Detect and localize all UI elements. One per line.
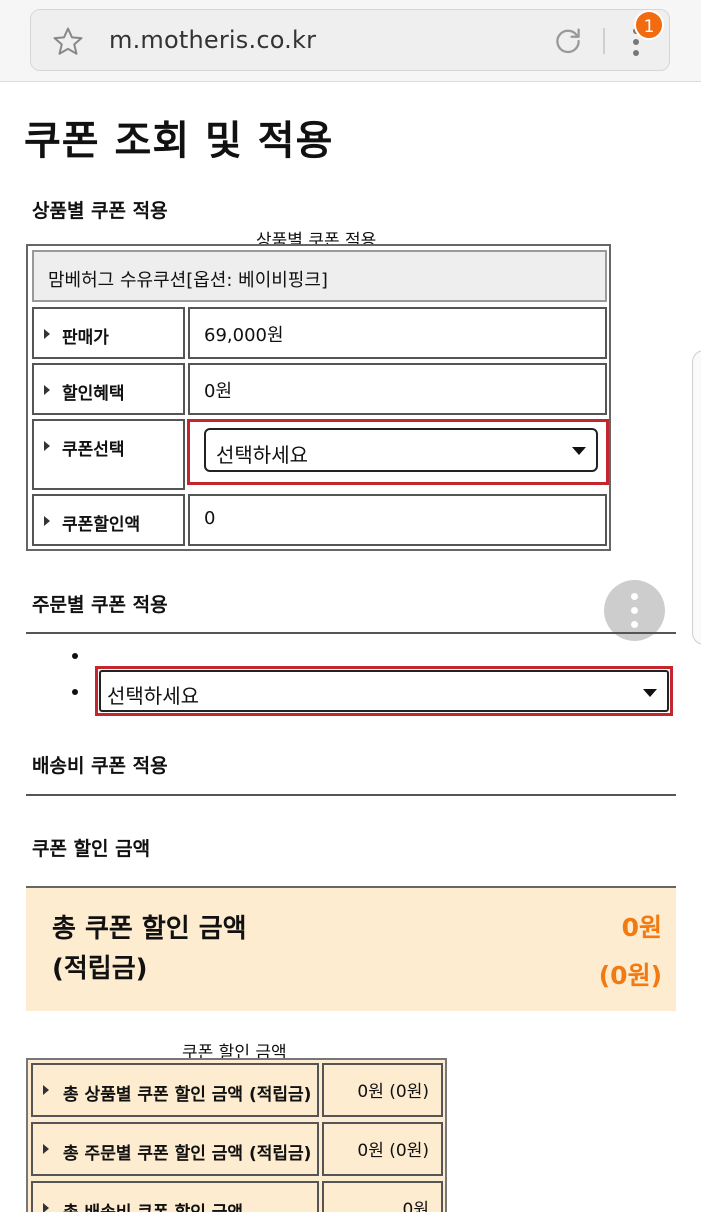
- coupon-discount-value: 0: [204, 508, 216, 529]
- coupon-select-label: 쿠폰선택: [62, 440, 125, 460]
- browser-toolbar: m.motheris.co.kr 1: [0, 0, 701, 82]
- product-coupon-table: 맘베허그 수유쿠션[옵션: 베이비핑크] 판매가 69,000원 할인혜택 0원…: [26, 244, 611, 551]
- discount-heading: 쿠폰 할인 금액: [32, 838, 151, 860]
- chevron-down-icon: [643, 689, 657, 697]
- row-arrow-icon: [44, 385, 50, 395]
- address-bar[interactable]: m.motheris.co.kr 1: [30, 9, 670, 71]
- coupon-discount-label: 쿠폰할인액: [62, 515, 141, 535]
- sale-price-value: 69,000원: [204, 325, 284, 346]
- row-arrow-icon: [43, 1203, 49, 1212]
- list-bullet: [72, 689, 78, 695]
- order-coupon-select-value: 선택하세요: [107, 684, 199, 708]
- product-discount-total-value: 0원 (0원): [357, 1082, 429, 1102]
- summary-value-cell: 0원 (0원): [322, 1063, 443, 1117]
- product-coupon-select-value: 선택하세요: [216, 443, 308, 467]
- row-label-cell: 쿠폰할인액: [32, 494, 185, 546]
- edge-panel-handle[interactable]: [692, 350, 701, 645]
- shipping-discount-total-label: 총 배송비 쿠폰 할인 금액: [63, 1198, 243, 1212]
- bookmark-star-icon[interactable]: [51, 25, 85, 59]
- row-arrow-icon: [43, 1144, 49, 1154]
- row-label-cell: 쿠폰선택: [32, 419, 185, 490]
- total-discount-label: 총 쿠폰 할인 금액: [52, 914, 247, 944]
- reload-icon[interactable]: [551, 24, 585, 58]
- summary-value-cell: 0원 (0원): [322, 1122, 443, 1176]
- chevron-down-icon: [572, 447, 586, 455]
- summary-value-cell: 0원: [322, 1181, 443, 1212]
- page-title: 쿠폰 조회 및 적용: [24, 118, 334, 164]
- row-value-cell: 0: [188, 494, 607, 546]
- row-arrow-icon: [44, 329, 50, 339]
- order-discount-total-label: 총 주문별 쿠폰 할인 금액 (적립금): [63, 1144, 312, 1164]
- total-points-label: (적립금): [52, 954, 148, 984]
- shipping-discount-total-value: 0원: [402, 1200, 429, 1212]
- product-name: 맘베허그 수유쿠션[옵션: 베이비핑크]: [48, 270, 328, 291]
- order-coupon-heading: 주문별 쿠폰 적용: [32, 594, 168, 616]
- section-divider: [26, 632, 676, 634]
- total-discount-box: 총 쿠폰 할인 금액 (적립금) 0원 (0원): [26, 886, 676, 1011]
- discount-benefit-value: 0원: [204, 381, 233, 402]
- notification-badge: 1: [634, 10, 664, 40]
- toolbar-divider: [603, 28, 605, 54]
- product-discount-total-label: 총 상품별 쿠폰 할인 금액 (적립금): [63, 1085, 312, 1105]
- order-discount-total-value: 0원 (0원): [357, 1141, 429, 1161]
- total-discount-value: 0원: [621, 913, 662, 942]
- discount-summary-table: 총 상품별 쿠폰 할인 금액 (적립금) 0원 (0원) 총 주문별 쿠폰 할인…: [26, 1058, 447, 1212]
- row-label-cell: 할인혜택: [32, 363, 185, 415]
- summary-label-cell: 총 주문별 쿠폰 할인 금액 (적립금): [31, 1122, 319, 1176]
- row-arrow-icon: [44, 441, 50, 451]
- summary-label-cell: 총 상품별 쿠폰 할인 금액 (적립금): [31, 1063, 319, 1117]
- row-label-cell: 판매가: [32, 307, 185, 359]
- product-coupon-select[interactable]: 선택하세요: [204, 428, 598, 472]
- total-points-value: (0원): [598, 961, 662, 990]
- section-divider: [26, 794, 676, 796]
- list-bullet: [72, 653, 78, 659]
- order-coupon-select[interactable]: 선택하세요: [99, 670, 669, 712]
- shipping-coupon-heading: 배송비 쿠폰 적용: [32, 755, 168, 777]
- product-coupon-heading: 상품별 쿠폰 적용: [32, 200, 168, 222]
- row-arrow-icon: [44, 516, 50, 526]
- row-value-cell: 0원: [188, 363, 607, 415]
- product-name-cell: 맘베허그 수유쿠션[옵션: 베이비핑크]: [32, 250, 607, 302]
- row-value-cell: 69,000원: [188, 307, 607, 359]
- discount-benefit-label: 할인혜택: [62, 384, 125, 404]
- row-arrow-icon: [43, 1085, 49, 1095]
- summary-label-cell: 총 배송비 쿠폰 할인 금액: [31, 1181, 319, 1212]
- sale-price-label: 판매가: [62, 328, 109, 348]
- url-text[interactable]: m.motheris.co.kr: [109, 26, 316, 54]
